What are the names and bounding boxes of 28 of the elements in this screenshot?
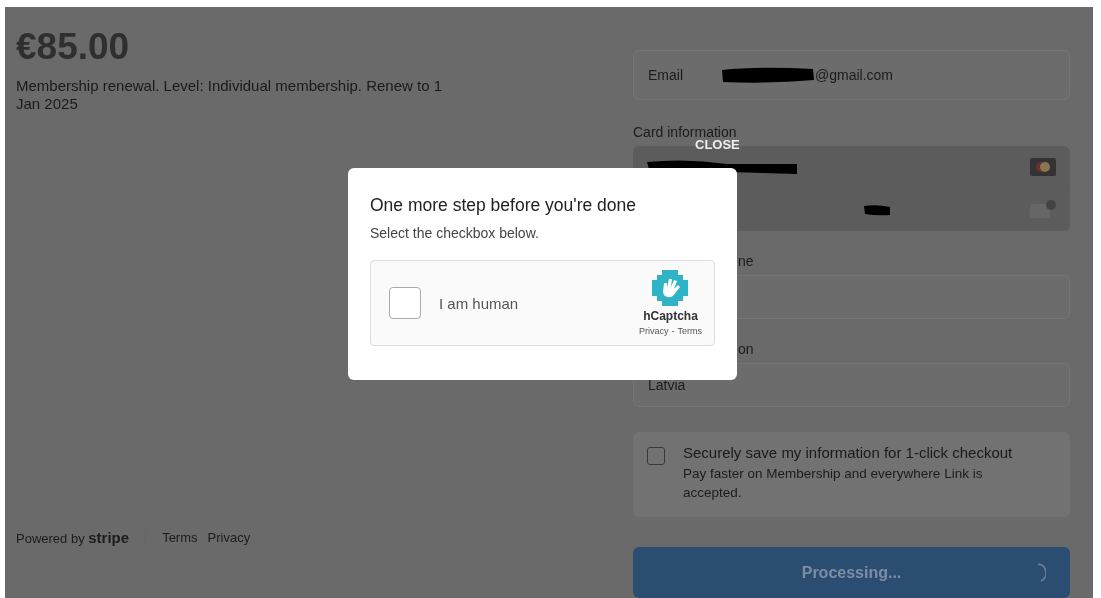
cvc-card-icon bbox=[1030, 200, 1056, 220]
country-label: on bbox=[737, 341, 755, 357]
card-information-label: Card information bbox=[633, 124, 738, 140]
captcha-link[interactable]: Privacy bbox=[639, 326, 669, 336]
dialog-title: One more step before you're done bbox=[370, 195, 637, 216]
country-field[interactable]: Latvia bbox=[633, 363, 1070, 407]
redaction-mark bbox=[862, 204, 892, 216]
card-brand-icon bbox=[1030, 158, 1056, 176]
invoice-amount: €85.00 bbox=[16, 25, 131, 69]
footer-link[interactable]: Privacy bbox=[207, 530, 251, 545]
save-info-title: Securely save my information for 1-click checkout bbox=[683, 444, 1014, 461]
human-checkbox[interactable] bbox=[389, 287, 421, 319]
checkbox-label: I am human bbox=[439, 294, 520, 312]
invoice-description: Membership renewal. Level: Individual membership. Renew to 1 Jan 2025 bbox=[16, 77, 444, 113]
link-separator: - bbox=[671, 326, 675, 336]
footer-link[interactable]: Terms bbox=[162, 530, 198, 545]
close-button[interactable]: CLOSE bbox=[695, 137, 740, 152]
save-info-checkbox[interactable] bbox=[647, 447, 665, 465]
dialog-subtitle: Select the checkbox below. bbox=[370, 225, 540, 241]
processing-button[interactable]: Processing... bbox=[633, 547, 1070, 598]
save-info-description: Pay faster on Membership and everywhere Link is accepted. bbox=[683, 465, 984, 502]
captcha-brand: hCaptcha bbox=[643, 309, 698, 323]
spinner-icon bbox=[1037, 563, 1046, 582]
captcha-link[interactable]: Terms bbox=[677, 326, 702, 336]
hand-logo-icon bbox=[652, 270, 689, 306]
name-label: ne bbox=[737, 253, 755, 269]
powered-by-text: Powered by stripe bbox=[16, 529, 130, 546]
email-field[interactable]: Email @gmail.com bbox=[633, 50, 1070, 100]
